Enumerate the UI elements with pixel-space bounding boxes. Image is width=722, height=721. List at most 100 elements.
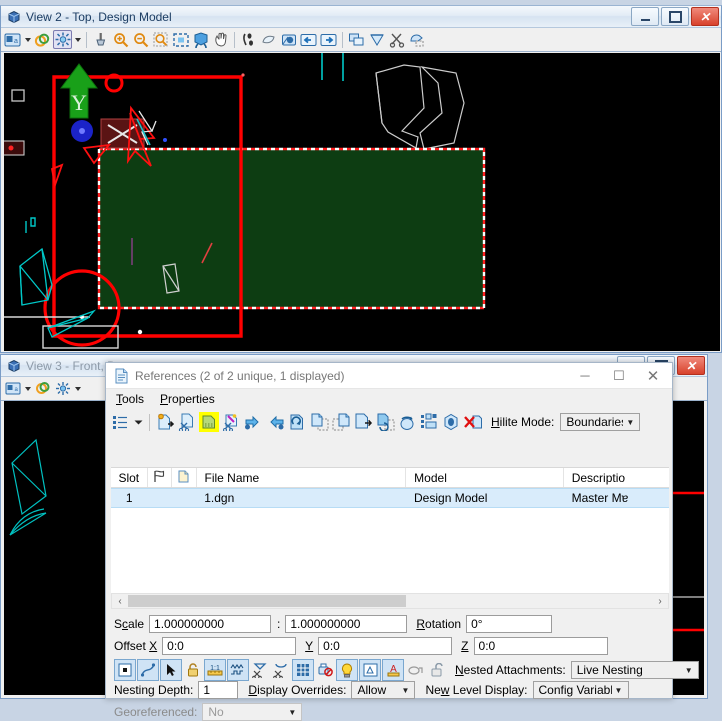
- references-close-button[interactable]: ✕: [636, 364, 670, 388]
- adjust-view-brightness-icon[interactable]: [53, 30, 72, 49]
- view-synchronization-toggle-icon[interactable]: [405, 660, 425, 680]
- v3-brightness-icon[interactable]: [53, 379, 72, 398]
- copy-view-icon[interactable]: [347, 30, 366, 49]
- clip-reference-icon[interactable]: [353, 412, 373, 432]
- reload-reference-icon[interactable]: [199, 412, 219, 432]
- view-3-close-button[interactable]: ✕: [677, 356, 705, 375]
- col-slot[interactable]: Slot: [111, 468, 148, 487]
- references-dialog[interactable]: References (2 of 2 unique, 1 displayed) …: [105, 362, 699, 721]
- scale-value2-field[interactable]: 1.000000000: [285, 615, 408, 633]
- use-lights-toggle-icon[interactable]: [336, 659, 358, 681]
- window-area-icon[interactable]: [151, 30, 170, 49]
- merge-into-master-icon[interactable]: [375, 412, 395, 432]
- v3-display-style-icon[interactable]: [33, 379, 52, 398]
- clip-back-toggle-icon[interactable]: [271, 660, 291, 680]
- references-table[interactable]: Slot File Name Model Descriptio 1 1.dgn …: [111, 467, 669, 593]
- reference-presentation-icon[interactable]: [419, 412, 439, 432]
- view-2-titlebar[interactable]: View 2 - Top, Design Model ✕: [1, 6, 721, 28]
- view-2-toolbar[interactable]: a: [1, 28, 721, 52]
- make-direct-attachment-icon[interactable]: [397, 412, 417, 432]
- scroll-left-button[interactable]: ‹: [112, 594, 128, 608]
- offset-z-field[interactable]: 0:0: [473, 637, 608, 655]
- exchange-icon[interactable]: [221, 412, 241, 432]
- v3-display-style-dropdown[interactable]: [73, 379, 82, 398]
- display-raster-refs-toggle-icon[interactable]: [292, 659, 314, 681]
- scale-reference-icon[interactable]: [309, 412, 329, 432]
- hilite-mode-combo[interactable]: Boundaries ▼: [560, 413, 641, 431]
- clip-front-toggle-icon[interactable]: [250, 660, 270, 680]
- select-toggle-icon[interactable]: [160, 659, 182, 681]
- display-style-dropdown-arrow[interactable]: [73, 30, 82, 49]
- cell-document[interactable]: [172, 489, 196, 507]
- references-horizontal-scrollbar[interactable]: ‹ ›: [111, 593, 669, 609]
- view-previous-icon[interactable]: [299, 30, 318, 49]
- attach-reference-icon[interactable]: [155, 412, 175, 432]
- col-document[interactable]: [172, 468, 197, 487]
- clip-mask-icon[interactable]: [387, 30, 406, 49]
- scale-value-field[interactable]: 1.000000000: [149, 615, 272, 633]
- scale-line-styles-toggle-icon[interactable]: [227, 659, 249, 681]
- references-minimize-button[interactable]: ─: [568, 364, 602, 388]
- unlock-toggle-icon[interactable]: [429, 660, 449, 680]
- table-row[interactable]: 1 1.dgn Design Model Master Mɐ: [111, 488, 669, 508]
- cell-flag[interactable]: [148, 489, 172, 507]
- camera-lens-icon[interactable]: [259, 30, 278, 49]
- col-filename[interactable]: File Name: [197, 468, 407, 487]
- plot-as-3d-toggle-icon[interactable]: [359, 659, 381, 681]
- pan-view-icon[interactable]: [211, 30, 230, 49]
- v3-view-attributes-icon[interactable]: a: [3, 379, 22, 398]
- nested-attachments-combo[interactable]: Live Nesting ▼: [570, 661, 699, 679]
- clip-back-icon[interactable]: [407, 30, 426, 49]
- rotate-reference-icon[interactable]: [287, 412, 307, 432]
- references-menubar[interactable]: TToolsools Properties: [106, 389, 672, 409]
- col-description[interactable]: Descriptio: [564, 468, 669, 487]
- scroll-track[interactable]: [128, 594, 652, 608]
- references-titlebar[interactable]: References (2 of 2 unique, 1 displayed) …: [106, 363, 672, 389]
- display-overrides-combo[interactable]: Allow ▼: [351, 681, 416, 699]
- fit-view-icon[interactable]: [171, 30, 190, 49]
- scroll-thumb[interactable]: [128, 595, 406, 607]
- zoom-in-icon[interactable]: [111, 30, 130, 49]
- zoom-out-icon[interactable]: [131, 30, 150, 49]
- copy-reference-icon[interactable]: [265, 412, 285, 432]
- view-2-close-button[interactable]: ✕: [691, 7, 719, 26]
- move-reference-icon[interactable]: [243, 412, 263, 432]
- references-toolbar[interactable]: Hilite Mode: Boundaries ▼: [106, 409, 672, 435]
- col-flag[interactable]: [148, 468, 173, 487]
- view-attributes-dropdown-arrow[interactable]: [23, 30, 32, 49]
- view-next-icon[interactable]: [319, 30, 338, 49]
- view-2-maximize-button[interactable]: [661, 7, 689, 26]
- new-level-display-combo[interactable]: Config Variable ▼: [532, 681, 629, 699]
- scroll-right-button[interactable]: ›: [652, 594, 668, 608]
- true-scale-toggle-icon[interactable]: 1:1: [204, 659, 226, 681]
- detach-all-icon[interactable]: [463, 412, 483, 432]
- walk-icon[interactable]: [239, 30, 258, 49]
- clip-volume-icon[interactable]: [367, 30, 386, 49]
- georeferenced-combo[interactable]: No ▼: [202, 703, 303, 721]
- list-dropdown-arrow[interactable]: [132, 412, 144, 432]
- camera-settings-icon[interactable]: [279, 30, 298, 49]
- v3-view-attributes-dropdown[interactable]: [23, 379, 32, 398]
- snap-toggle-icon[interactable]: [114, 659, 136, 681]
- menu-properties[interactable]: Properties: [160, 392, 215, 406]
- locate-toggle-icon[interactable]: [137, 659, 159, 681]
- lock-toggle-icon[interactable]: [183, 660, 203, 680]
- view-2-window-buttons[interactable]: ✕: [631, 7, 719, 26]
- update-view-icon[interactable]: [91, 30, 110, 49]
- list-view-icon[interactable]: [110, 412, 130, 432]
- offset-x-field[interactable]: 0:0: [162, 637, 297, 655]
- offset-y-field[interactable]: 0:0: [318, 637, 453, 655]
- use-annotation-scale-toggle-icon[interactable]: A: [382, 659, 404, 681]
- view-2-minimize-button[interactable]: [631, 7, 659, 26]
- view-2-window[interactable]: View 2 - Top, Design Model ✕ a Y: [0, 5, 722, 353]
- view-attributes-icon[interactable]: a: [3, 30, 22, 49]
- ignore-when-plotting-toggle-icon[interactable]: [315, 660, 335, 680]
- activate-reference-icon[interactable]: [441, 412, 461, 432]
- nesting-depth-field[interactable]: 1: [198, 681, 239, 699]
- mirror-reference-icon[interactable]: [331, 412, 351, 432]
- references-maximize-button[interactable]: ☐: [602, 364, 636, 388]
- detach-reference-icon[interactable]: [177, 412, 197, 432]
- col-model[interactable]: Model: [406, 468, 564, 487]
- rotation-field[interactable]: 0°: [466, 615, 553, 633]
- display-style-icon[interactable]: [33, 30, 52, 49]
